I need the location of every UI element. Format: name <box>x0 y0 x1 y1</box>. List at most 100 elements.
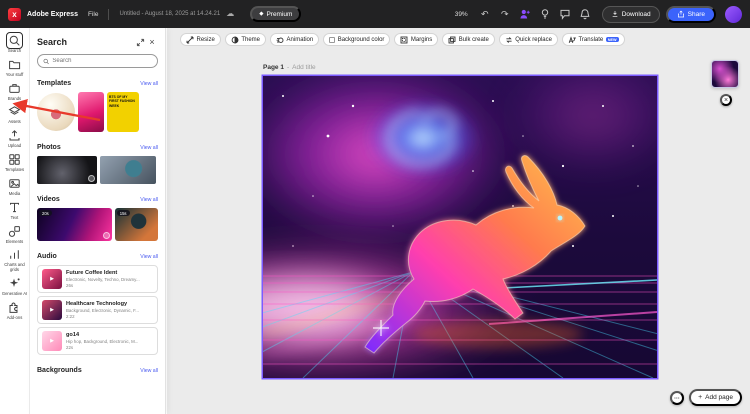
photo-thumbnail-1[interactable] <box>37 156 97 184</box>
video-thumbnail-2[interactable]: 15s <box>115 208 158 241</box>
adobe-express-app: x Adobe Express File Untitled - August 1… <box>0 0 750 414</box>
premium-label: Premium <box>266 11 292 18</box>
top-bar: x Adobe Express File Untitled - August 1… <box>0 0 750 28</box>
video-thumbnail-1[interactable]: 20s <box>37 208 112 241</box>
sidebar-item-text[interactable]: Text <box>0 199 30 221</box>
premium-badge-icon <box>88 175 95 182</box>
quick-replace-icon <box>505 36 513 44</box>
sidebar-item-charts-and-grids[interactable]: Charts and grids <box>0 246 30 273</box>
audio-play-button[interactable]: ▶ <box>42 331 62 351</box>
sound-badge-icon <box>103 232 110 239</box>
more-options-button[interactable]: ••• <box>670 391 684 405</box>
quick-replace-button[interactable]: Quick replace <box>499 33 558 46</box>
video-duration-badge: 15s <box>117 210 130 216</box>
upload-icon <box>6 127 23 144</box>
user-avatar[interactable] <box>725 6 742 23</box>
invite-person-icon[interactable] <box>518 7 532 21</box>
template-thumbnail-pink[interactable] <box>78 92 104 132</box>
lightbulb-icon[interactable] <box>538 7 552 21</box>
animation-button[interactable]: Animation <box>270 33 319 46</box>
file-menu[interactable]: File <box>88 11 98 18</box>
audio-list-item[interactable]: ▶ Healthcare Technology Background, Elec… <box>37 296 158 324</box>
backgrounds-view-all-link[interactable]: View all <box>140 368 158 374</box>
share-button[interactable]: Share <box>666 6 716 23</box>
audio-play-button[interactable]: ▶ <box>42 300 62 320</box>
sidebar-item-your-stuff[interactable]: Your stuff <box>0 56 30 78</box>
margins-button[interactable]: Margins <box>394 33 438 46</box>
document-title: Untitled - August 18, 2025 at 14.24.21 <box>119 11 220 17</box>
play-icon: ▶ <box>50 307 54 313</box>
audio-view-all-link[interactable]: View all <box>140 254 158 260</box>
play-icon: ▶ <box>50 338 54 344</box>
videos-section-header: Videos View all <box>37 196 158 203</box>
audio-list-item[interactable]: ▶ go14 Hip hop, Background, Electronic, … <box>37 327 158 355</box>
bulk-create-button[interactable]: Bulk create <box>442 33 495 46</box>
sidebar-item-search[interactable]: Search <box>0 32 30 54</box>
sidebar-item-templates[interactable]: Templates <box>0 151 30 173</box>
sidebar-item-brands[interactable]: Brands <box>0 80 30 102</box>
sidebar-item-upload[interactable]: Upload <box>0 127 30 149</box>
redo-icon[interactable]: ↷ <box>498 7 512 21</box>
resize-button[interactable]: Resize <box>180 33 221 46</box>
close-panel-icon[interactable]: × <box>146 36 158 48</box>
expand-panel-icon[interactable] <box>134 36 146 48</box>
workspace: Resize Theme Animation Background color … <box>167 28 750 414</box>
backgrounds-section-header: Backgrounds View all <box>37 367 158 374</box>
left-rail: Search Your stuff Brands Assets Upload T… <box>0 28 30 414</box>
sidebar-item-generative-ai[interactable]: Generative AI <box>0 275 30 297</box>
audio-play-button[interactable]: ▶ <box>42 269 62 289</box>
search-input[interactable] <box>52 58 152 64</box>
videos-view-all-link[interactable]: View all <box>140 197 158 203</box>
cloud-sync-icon[interactable]: ☁ <box>226 10 234 18</box>
adobe-express-logo-icon[interactable]: x <box>8 8 21 21</box>
photos-view-all-link[interactable]: View all <box>140 145 158 151</box>
page-number: Page 1 <box>263 64 284 71</box>
translate-icon <box>568 36 576 44</box>
background-color-button[interactable]: Background color <box>323 33 390 46</box>
search-input-box[interactable] <box>37 54 158 68</box>
panel-title: Search <box>37 37 134 47</box>
notifications-bell-icon[interactable] <box>578 7 592 21</box>
text-icon <box>6 199 23 216</box>
bar-chart-icon <box>6 246 23 263</box>
share-label: Share <box>688 11 705 18</box>
download-button[interactable]: Download <box>602 6 660 23</box>
undo-icon[interactable]: ↶ <box>478 7 492 21</box>
color-swatch-icon <box>329 37 335 43</box>
video-duration-badge: 20s <box>39 210 52 216</box>
template-thumbnail-fashion[interactable]: BTS OF MY FIRST FASHION WEEK <box>107 92 139 132</box>
topbar-divider <box>108 9 109 20</box>
search-panel: Search × Templates View all BTS OF MY FI… <box>30 28 166 414</box>
zoom-level[interactable]: 39% <box>455 11 468 18</box>
photo-thumbnail-2[interactable] <box>100 156 156 184</box>
audio-list-item[interactable]: ▶ Future Coffee Ident Electronic, Novelt… <box>37 265 158 293</box>
templates-grid-icon <box>6 151 23 168</box>
templates-thumbnails: BTS OF MY FIRST FASHION WEEK <box>37 92 158 132</box>
translate-button[interactable]: Translate NEW <box>562 33 625 46</box>
premium-button[interactable]: ◆ Premium <box>250 6 301 22</box>
comments-icon[interactable] <box>558 7 572 21</box>
templates-view-all-link[interactable]: View all <box>140 81 158 87</box>
search-icon <box>6 32 23 49</box>
sidebar-item-assets[interactable]: Assets <box>0 103 30 125</box>
photos-section-header: Photos View all <box>37 144 158 151</box>
audio-meta: Healthcare Technology Background, Electr… <box>66 301 139 319</box>
new-badge: NEW <box>606 37 619 42</box>
page-1-thumbnail[interactable] <box>711 60 739 88</box>
download-label: Download <box>622 11 651 18</box>
gem-icon: ◆ <box>259 11 263 17</box>
neon-rabbit-image[interactable] <box>263 76 657 378</box>
sidebar-item-media[interactable]: Media <box>0 175 30 197</box>
media-image-icon <box>6 175 23 192</box>
template-thumbnail-circle[interactable] <box>37 93 75 131</box>
add-page-button[interactable]: + Add page <box>689 389 742 406</box>
artboard-page-1[interactable] <box>263 76 657 378</box>
sidebar-item-add-ons[interactable]: Add-ons <box>0 299 30 321</box>
briefcase-icon <box>6 80 23 97</box>
page-title-placeholder[interactable]: Add title <box>292 64 316 71</box>
margins-icon <box>400 36 408 44</box>
theme-button[interactable]: Theme <box>225 33 266 46</box>
close-thumbnail-button[interactable]: × <box>720 94 732 106</box>
page-title-separator: - <box>287 64 289 71</box>
sidebar-item-elements[interactable]: Elements <box>0 223 30 245</box>
